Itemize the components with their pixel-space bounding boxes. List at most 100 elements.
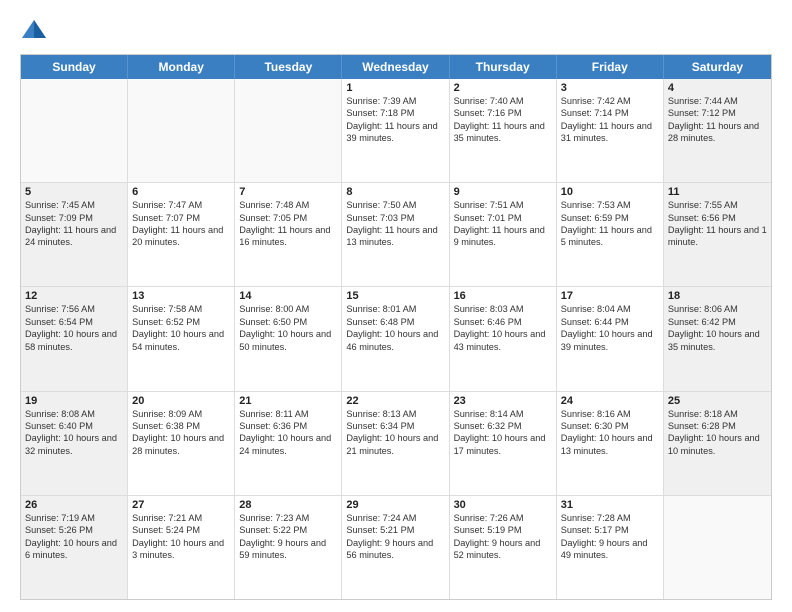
day-info: Sunrise: 8:04 AM Sunset: 6:44 PM Dayligh… xyxy=(561,303,659,353)
day-number: 12 xyxy=(25,290,123,302)
day-number: 10 xyxy=(561,186,659,198)
day-header-sunday: Sunday xyxy=(21,55,128,79)
day-info: Sunrise: 7:23 AM Sunset: 5:22 PM Dayligh… xyxy=(239,512,337,562)
week-row-3: 12Sunrise: 7:56 AM Sunset: 6:54 PM Dayli… xyxy=(21,286,771,390)
day-info: Sunrise: 7:51 AM Sunset: 7:01 PM Dayligh… xyxy=(454,199,552,249)
day-cell-empty xyxy=(664,496,771,599)
week-row-5: 26Sunrise: 7:19 AM Sunset: 5:26 PM Dayli… xyxy=(21,495,771,599)
day-info: Sunrise: 8:01 AM Sunset: 6:48 PM Dayligh… xyxy=(346,303,444,353)
day-cell-28: 28Sunrise: 7:23 AM Sunset: 5:22 PM Dayli… xyxy=(235,496,342,599)
day-cell-11: 11Sunrise: 7:55 AM Sunset: 6:56 PM Dayli… xyxy=(664,183,771,286)
week-row-2: 5Sunrise: 7:45 AM Sunset: 7:09 PM Daylig… xyxy=(21,182,771,286)
logo xyxy=(20,16,52,44)
page: SundayMondayTuesdayWednesdayThursdayFrid… xyxy=(0,0,792,612)
day-number: 25 xyxy=(668,395,767,407)
day-number: 9 xyxy=(454,186,552,198)
day-number: 6 xyxy=(132,186,230,198)
day-info: Sunrise: 7:42 AM Sunset: 7:14 PM Dayligh… xyxy=(561,95,659,145)
week-row-1: 1Sunrise: 7:39 AM Sunset: 7:18 PM Daylig… xyxy=(21,79,771,182)
day-info: Sunrise: 7:55 AM Sunset: 6:56 PM Dayligh… xyxy=(668,199,767,249)
day-header-wednesday: Wednesday xyxy=(342,55,449,79)
day-cell-22: 22Sunrise: 8:13 AM Sunset: 6:34 PM Dayli… xyxy=(342,392,449,495)
day-info: Sunrise: 7:58 AM Sunset: 6:52 PM Dayligh… xyxy=(132,303,230,353)
day-info: Sunrise: 7:47 AM Sunset: 7:07 PM Dayligh… xyxy=(132,199,230,249)
week-row-4: 19Sunrise: 8:08 AM Sunset: 6:40 PM Dayli… xyxy=(21,391,771,495)
day-cell-9: 9Sunrise: 7:51 AM Sunset: 7:01 PM Daylig… xyxy=(450,183,557,286)
day-cell-21: 21Sunrise: 8:11 AM Sunset: 6:36 PM Dayli… xyxy=(235,392,342,495)
day-cell-30: 30Sunrise: 7:26 AM Sunset: 5:19 PM Dayli… xyxy=(450,496,557,599)
day-cell-26: 26Sunrise: 7:19 AM Sunset: 5:26 PM Dayli… xyxy=(21,496,128,599)
day-cell-1: 1Sunrise: 7:39 AM Sunset: 7:18 PM Daylig… xyxy=(342,79,449,182)
day-number: 30 xyxy=(454,499,552,511)
day-number: 28 xyxy=(239,499,337,511)
day-info: Sunrise: 7:28 AM Sunset: 5:17 PM Dayligh… xyxy=(561,512,659,562)
day-info: Sunrise: 8:06 AM Sunset: 6:42 PM Dayligh… xyxy=(668,303,767,353)
day-info: Sunrise: 8:16 AM Sunset: 6:30 PM Dayligh… xyxy=(561,408,659,458)
day-info: Sunrise: 7:24 AM Sunset: 5:21 PM Dayligh… xyxy=(346,512,444,562)
logo-icon xyxy=(20,16,48,44)
day-header-monday: Monday xyxy=(128,55,235,79)
day-info: Sunrise: 7:21 AM Sunset: 5:24 PM Dayligh… xyxy=(132,512,230,562)
day-info: Sunrise: 7:44 AM Sunset: 7:12 PM Dayligh… xyxy=(668,95,767,145)
day-header-saturday: Saturday xyxy=(664,55,771,79)
day-number: 18 xyxy=(668,290,767,302)
day-number: 15 xyxy=(346,290,444,302)
day-cell-13: 13Sunrise: 7:58 AM Sunset: 6:52 PM Dayli… xyxy=(128,287,235,390)
day-number: 14 xyxy=(239,290,337,302)
day-cell-7: 7Sunrise: 7:48 AM Sunset: 7:05 PM Daylig… xyxy=(235,183,342,286)
day-cell-29: 29Sunrise: 7:24 AM Sunset: 5:21 PM Dayli… xyxy=(342,496,449,599)
day-info: Sunrise: 8:14 AM Sunset: 6:32 PM Dayligh… xyxy=(454,408,552,458)
day-cell-3: 3Sunrise: 7:42 AM Sunset: 7:14 PM Daylig… xyxy=(557,79,664,182)
day-info: Sunrise: 8:03 AM Sunset: 6:46 PM Dayligh… xyxy=(454,303,552,353)
day-info: Sunrise: 8:09 AM Sunset: 6:38 PM Dayligh… xyxy=(132,408,230,458)
header xyxy=(20,16,772,44)
day-header-friday: Friday xyxy=(557,55,664,79)
day-info: Sunrise: 8:00 AM Sunset: 6:50 PM Dayligh… xyxy=(239,303,337,353)
day-number: 26 xyxy=(25,499,123,511)
day-number: 8 xyxy=(346,186,444,198)
day-info: Sunrise: 7:53 AM Sunset: 6:59 PM Dayligh… xyxy=(561,199,659,249)
day-number: 22 xyxy=(346,395,444,407)
day-number: 5 xyxy=(25,186,123,198)
day-number: 16 xyxy=(454,290,552,302)
day-header-thursday: Thursday xyxy=(450,55,557,79)
day-cell-25: 25Sunrise: 8:18 AM Sunset: 6:28 PM Dayli… xyxy=(664,392,771,495)
day-cell-12: 12Sunrise: 7:56 AM Sunset: 6:54 PM Dayli… xyxy=(21,287,128,390)
day-cell-14: 14Sunrise: 8:00 AM Sunset: 6:50 PM Dayli… xyxy=(235,287,342,390)
calendar: SundayMondayTuesdayWednesdayThursdayFrid… xyxy=(20,54,772,600)
day-number: 2 xyxy=(454,82,552,94)
day-info: Sunrise: 7:50 AM Sunset: 7:03 PM Dayligh… xyxy=(346,199,444,249)
day-info: Sunrise: 7:56 AM Sunset: 6:54 PM Dayligh… xyxy=(25,303,123,353)
day-number: 4 xyxy=(668,82,767,94)
day-header-tuesday: Tuesday xyxy=(235,55,342,79)
day-number: 11 xyxy=(668,186,767,198)
day-info: Sunrise: 7:26 AM Sunset: 5:19 PM Dayligh… xyxy=(454,512,552,562)
day-number: 7 xyxy=(239,186,337,198)
day-info: Sunrise: 7:48 AM Sunset: 7:05 PM Dayligh… xyxy=(239,199,337,249)
day-cell-20: 20Sunrise: 8:09 AM Sunset: 6:38 PM Dayli… xyxy=(128,392,235,495)
day-cell-2: 2Sunrise: 7:40 AM Sunset: 7:16 PM Daylig… xyxy=(450,79,557,182)
day-cell-31: 31Sunrise: 7:28 AM Sunset: 5:17 PM Dayli… xyxy=(557,496,664,599)
day-number: 31 xyxy=(561,499,659,511)
calendar-header: SundayMondayTuesdayWednesdayThursdayFrid… xyxy=(21,55,771,79)
day-number: 19 xyxy=(25,395,123,407)
day-number: 24 xyxy=(561,395,659,407)
day-cell-27: 27Sunrise: 7:21 AM Sunset: 5:24 PM Dayli… xyxy=(128,496,235,599)
day-info: Sunrise: 7:40 AM Sunset: 7:16 PM Dayligh… xyxy=(454,95,552,145)
day-cell-17: 17Sunrise: 8:04 AM Sunset: 6:44 PM Dayli… xyxy=(557,287,664,390)
day-cell-23: 23Sunrise: 8:14 AM Sunset: 6:32 PM Dayli… xyxy=(450,392,557,495)
day-cell-6: 6Sunrise: 7:47 AM Sunset: 7:07 PM Daylig… xyxy=(128,183,235,286)
day-info: Sunrise: 7:45 AM Sunset: 7:09 PM Dayligh… xyxy=(25,199,123,249)
day-cell-4: 4Sunrise: 7:44 AM Sunset: 7:12 PM Daylig… xyxy=(664,79,771,182)
day-number: 20 xyxy=(132,395,230,407)
day-cell-16: 16Sunrise: 8:03 AM Sunset: 6:46 PM Dayli… xyxy=(450,287,557,390)
day-number: 27 xyxy=(132,499,230,511)
day-info: Sunrise: 7:39 AM Sunset: 7:18 PM Dayligh… xyxy=(346,95,444,145)
day-cell-empty xyxy=(128,79,235,182)
day-cell-19: 19Sunrise: 8:08 AM Sunset: 6:40 PM Dayli… xyxy=(21,392,128,495)
day-number: 21 xyxy=(239,395,337,407)
day-cell-15: 15Sunrise: 8:01 AM Sunset: 6:48 PM Dayli… xyxy=(342,287,449,390)
day-cell-empty xyxy=(235,79,342,182)
day-cell-8: 8Sunrise: 7:50 AM Sunset: 7:03 PM Daylig… xyxy=(342,183,449,286)
day-number: 29 xyxy=(346,499,444,511)
